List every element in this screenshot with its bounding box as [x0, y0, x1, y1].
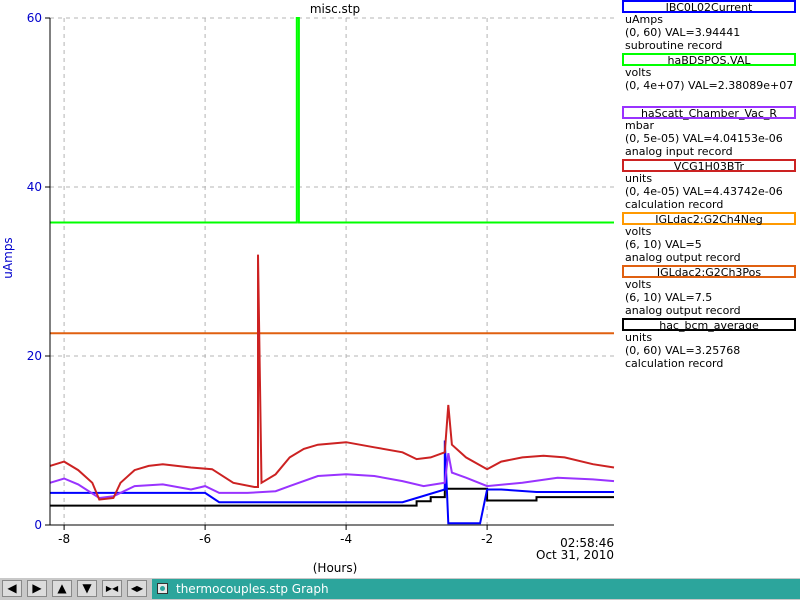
- x-tick-label: -2: [481, 532, 493, 546]
- y-tick-label: 60: [27, 11, 42, 25]
- legend-range: (6, 10) VAL=5: [625, 238, 702, 251]
- legend-entry: haBDSPOS.VAL volts (0, 4e+07) VAL=2.38089e…: [618, 53, 800, 106]
- x-axis-label: (Hours): [313, 561, 358, 575]
- legend-entry: VCG1H03BTr units (0, 4e-05) VAL=4.43742e-0…: [618, 159, 800, 212]
- legend-record-type: subroutine record: [625, 39, 723, 52]
- grid-lines: [50, 17, 614, 525]
- date-label: Oct 31, 2010: [536, 548, 614, 562]
- legend: IBC0L02Current uAmps (0, 60) VAL=3.94441 su…: [618, 0, 800, 370]
- legend-unit: volts: [625, 225, 652, 238]
- x-tick-label: -8: [58, 532, 70, 546]
- legend-channel-name[interactable]: IBC0L02Current: [622, 0, 796, 13]
- legend-channel-name[interactable]: IGLdac2:G2Ch4Neg: [622, 212, 796, 225]
- scroll-right-button[interactable]: ▶: [27, 580, 47, 597]
- scroll-down-button[interactable]: ▼: [77, 580, 97, 597]
- legend-unit: units: [625, 331, 653, 344]
- bottom-toolbar: ◀ ▶ ▲ ▼ ▶◀ ◀▶ thermocouples.stp Graph: [0, 578, 800, 600]
- scroll-up-button[interactable]: ▲: [52, 580, 72, 597]
- legend-record-type: analog input record: [625, 145, 733, 158]
- x-tick-label: -6: [199, 532, 211, 546]
- legend-unit: uAmps: [625, 13, 663, 26]
- y-tick-label: 0: [34, 518, 42, 532]
- legend-entry: hac_bcm_average units (0, 60) VAL=3.25768 c…: [618, 318, 800, 371]
- legend-record-type: analog output record: [625, 251, 741, 264]
- y-axis-label: uAmps: [1, 237, 15, 278]
- legend-record-type: calculation record: [625, 357, 724, 370]
- legend-channel-name[interactable]: VCG1H03BTr: [622, 159, 796, 172]
- scroll-left-button[interactable]: ◀: [2, 580, 22, 597]
- legend-range: (0, 60) VAL=3.94441: [625, 26, 741, 39]
- taskbar-window-button[interactable]: thermocouples.stp Graph: [152, 579, 800, 599]
- legend-unit: units: [625, 172, 653, 185]
- legend-entry: haScatt_Chamber_Vac_R mbar (0, 5e-05) VAL=…: [618, 106, 800, 159]
- legend-channel-name[interactable]: hac_bcm_average: [622, 318, 796, 331]
- series-layer: [49, 17, 615, 525]
- zoom-out-button[interactable]: ◀▶: [127, 580, 147, 597]
- legend-entry: IBC0L02Current uAmps (0, 60) VAL=3.94441 su…: [618, 0, 800, 53]
- strip-chart: -8 -6 -4 -2 0 20 40 60 misc.stp uAmps (Hours) 0…: [1, 2, 615, 575]
- y-tick-label: 20: [27, 349, 42, 363]
- legend-channel-name[interactable]: haScatt_Chamber_Vac_R: [622, 106, 796, 119]
- legend-entry: IGLdac2:G2Ch4Neg volts (6, 10) VAL=5 analog…: [618, 212, 800, 265]
- legend-record-type: analog output record: [625, 304, 741, 317]
- legend-range: (0, 4e+07) VAL=2.38089e+07: [625, 79, 794, 92]
- legend-unit: volts: [625, 278, 652, 291]
- plot-title: misc.stp: [310, 2, 360, 16]
- legend-range: (6, 10) VAL=7.5: [625, 291, 713, 304]
- window-icon: [157, 583, 168, 594]
- legend-unit: volts: [625, 66, 652, 79]
- series-line: [49, 254, 615, 501]
- legend-unit: mbar: [625, 119, 654, 132]
- legend-entry: IGLdac2:G2Ch3Pos volts (6, 10) VAL=7.5 anal…: [618, 265, 800, 318]
- axes: -8 -6 -4 -2 0 20 40 60: [27, 11, 614, 546]
- legend-channel-name[interactable]: haBDSPOS.VAL: [622, 53, 796, 66]
- y-tick-label: 40: [27, 180, 42, 194]
- series-line: [50, 17, 614, 224]
- taskbar-label: thermocouples.stp Graph: [176, 582, 329, 596]
- zoom-in-button[interactable]: ▶◀: [102, 580, 122, 597]
- legend-channel-name[interactable]: IGLdac2:G2Ch3Pos: [622, 265, 796, 278]
- x-tick-label: -4: [340, 532, 352, 546]
- legend-range: (0, 4e-05) VAL=4.43742e-06: [625, 185, 783, 198]
- legend-range: (0, 60) VAL=3.25768: [625, 344, 741, 357]
- legend-record-type: calculation record: [625, 198, 724, 211]
- legend-range: (0, 5e-05) VAL=4.04153e-06: [625, 132, 783, 145]
